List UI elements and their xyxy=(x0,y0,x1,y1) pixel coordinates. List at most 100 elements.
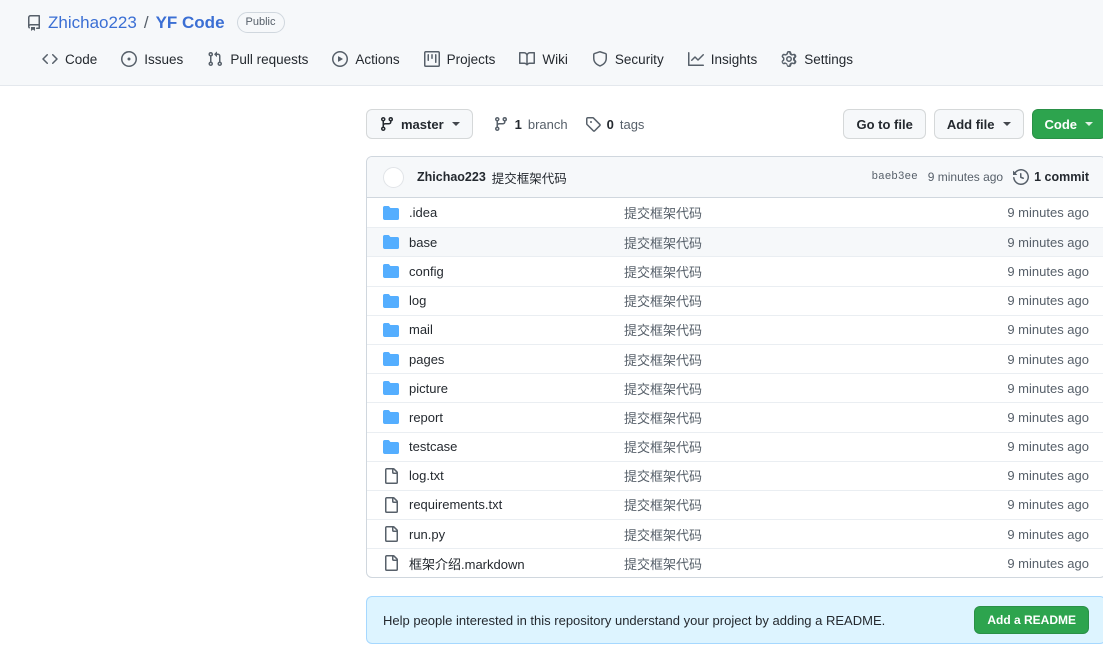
file-name[interactable]: log.txt xyxy=(409,468,624,483)
file-commit-message[interactable]: 提交框架代码 xyxy=(624,203,969,222)
nav-item-wiki[interactable]: Wiki xyxy=(509,45,578,75)
file-name[interactable]: mail xyxy=(409,322,624,337)
file-commit-message[interactable]: 提交框架代码 xyxy=(624,262,969,281)
file-icon xyxy=(383,496,399,513)
shield-icon xyxy=(592,51,608,67)
gear-icon xyxy=(781,51,797,67)
table-row[interactable]: requirements.txt 提交框架代码 9 minutes ago xyxy=(367,489,1103,519)
chevron-down-icon xyxy=(1002,122,1011,126)
table-row[interactable]: config 提交框架代码 9 minutes ago xyxy=(367,256,1103,285)
file-name[interactable]: testcase xyxy=(409,439,624,454)
repo-actions: Go to file Add file Code xyxy=(843,109,1103,139)
file-listing: Zhichao223 提交框架代码 baeb3ee 9 minutes ago … xyxy=(366,156,1103,579)
file-commit-message[interactable]: 提交框架代码 xyxy=(624,233,969,252)
commit-message[interactable]: 提交框架代码 xyxy=(492,168,567,187)
go-to-file-button[interactable]: Go to file xyxy=(843,109,926,139)
file-name[interactable]: report xyxy=(409,410,624,425)
file-time: 9 minutes ago xyxy=(1007,205,1089,221)
repo-title-separator: / xyxy=(143,12,149,32)
file-time: 9 minutes ago xyxy=(1007,263,1089,279)
folder-icon xyxy=(383,263,399,279)
file-name[interactable]: log xyxy=(409,293,624,308)
file-name[interactable]: run.py xyxy=(409,527,624,542)
file-icon xyxy=(383,526,399,543)
nav-item-pull-requests[interactable]: Pull requests xyxy=(197,45,318,75)
add-readme-button[interactable]: Add a README xyxy=(974,606,1089,635)
add-file-button[interactable]: Add file xyxy=(933,109,1024,139)
tag-count[interactable]: 0 tags xyxy=(585,116,644,132)
tag-count-value: 0 xyxy=(606,116,614,132)
file-time: 9 minutes ago xyxy=(1007,526,1089,542)
branch-selector-button[interactable]: master xyxy=(366,109,473,139)
nav-label-actions: Actions xyxy=(355,51,400,67)
table-row[interactable]: report 提交框架代码 9 minutes ago xyxy=(367,402,1103,431)
file-name[interactable]: .idea xyxy=(409,205,624,220)
file-time: 9 minutes ago xyxy=(1007,468,1089,484)
table-row[interactable]: base 提交框架代码 9 minutes ago xyxy=(367,227,1103,257)
repo-name-link[interactable]: YF Code xyxy=(156,13,225,33)
file-commit-message[interactable]: 提交框架代码 xyxy=(624,554,969,573)
main-content: master 1 branch 0 tags Go to file Add fi… xyxy=(366,86,1103,645)
nav-label-projects: Projects xyxy=(446,51,496,67)
file-name[interactable]: pages xyxy=(409,352,624,367)
nav-item-insights[interactable]: Insights xyxy=(678,45,768,75)
nav-item-security[interactable]: Security xyxy=(582,45,674,75)
book-icon xyxy=(519,51,536,67)
file-time: 9 minutes ago xyxy=(1007,234,1089,250)
commit-author[interactable]: Zhichao223 xyxy=(417,170,486,184)
table-row[interactable]: log 提交框架代码 9 minutes ago xyxy=(367,285,1103,315)
nav-label-settings: Settings xyxy=(804,51,854,67)
code-button[interactable]: Code xyxy=(1031,109,1103,139)
branch-selector-label: master xyxy=(401,116,444,132)
table-row[interactable]: .idea 提交框架代码 9 minutes ago xyxy=(367,198,1103,227)
file-name[interactable]: picture xyxy=(409,381,624,396)
folder-icon xyxy=(383,351,399,367)
file-commit-message[interactable]: 提交框架代码 xyxy=(624,466,969,485)
nav-item-issues[interactable]: Issues xyxy=(111,45,193,75)
git-branch-icon xyxy=(493,116,509,132)
nav-item-code[interactable]: Code xyxy=(32,45,107,75)
file-name[interactable]: config xyxy=(409,264,624,279)
file-commit-message[interactable]: 提交框架代码 xyxy=(624,291,969,310)
folder-icon xyxy=(383,293,399,309)
file-commit-message[interactable]: 提交框架代码 xyxy=(624,408,969,427)
file-time: 9 minutes ago xyxy=(1007,409,1089,425)
file-commit-message[interactable]: 提交框架代码 xyxy=(624,495,969,514)
repo-title: Zhichao223 / YF Code Public xyxy=(0,0,1103,33)
table-row[interactable]: pages 提交框架代码 9 minutes ago xyxy=(367,343,1103,373)
file-commit-message[interactable]: 提交框架代码 xyxy=(624,437,969,456)
nav-label-code: Code xyxy=(65,51,98,67)
table-row[interactable]: picture 提交框架代码 9 minutes ago xyxy=(367,373,1103,402)
file-commit-message[interactable]: 提交框架代码 xyxy=(624,525,969,544)
tag-icon xyxy=(585,116,601,132)
file-time: 9 minutes ago xyxy=(1007,351,1089,367)
commit-meta: baeb3ee 9 minutes ago 1 commit xyxy=(872,169,1089,185)
file-time: 9 minutes ago xyxy=(1007,293,1089,309)
table-row[interactable]: testcase 提交框架代码 9 minutes ago xyxy=(367,431,1103,461)
visibility-badge: Public xyxy=(236,12,285,33)
branch-toolbar: master 1 branch 0 tags Go to file Add fi… xyxy=(366,108,1103,140)
commit-sha[interactable]: baeb3ee xyxy=(872,171,918,183)
file-time: 9 minutes ago xyxy=(1007,322,1089,338)
file-name[interactable]: 框架介绍.markdown xyxy=(409,554,624,573)
nav-item-settings[interactable]: Settings xyxy=(771,45,863,75)
nav-item-projects[interactable]: Projects xyxy=(414,45,506,75)
file-name[interactable]: requirements.txt xyxy=(409,497,624,512)
nav-item-actions[interactable]: Actions xyxy=(322,45,409,75)
table-row[interactable]: 框架介绍.markdown 提交框架代码 9 minutes ago xyxy=(367,548,1103,577)
repo-nav: Code Issues Pull requests Actions Projec… xyxy=(0,33,1103,75)
branch-count-label: branch xyxy=(527,116,568,132)
file-commit-message[interactable]: 提交框架代码 xyxy=(624,350,969,369)
latest-commit-bar: Zhichao223 提交框架代码 baeb3ee 9 minutes ago … xyxy=(367,157,1103,198)
table-row[interactable]: mail 提交框架代码 9 minutes ago xyxy=(367,314,1103,344)
branch-count[interactable]: 1 branch xyxy=(493,116,568,132)
repo-owner-link[interactable]: Zhichao223 xyxy=(48,13,137,33)
table-row[interactable]: log.txt 提交框架代码 9 minutes ago xyxy=(367,460,1103,490)
nav-label-issues: Issues xyxy=(144,51,184,67)
file-name[interactable]: base xyxy=(409,235,624,250)
file-commit-message[interactable]: 提交框架代码 xyxy=(624,320,969,339)
branch-meta: 1 branch 0 tags xyxy=(493,116,644,132)
table-row[interactable]: run.py 提交框架代码 9 minutes ago xyxy=(367,519,1103,548)
file-commit-message[interactable]: 提交框架代码 xyxy=(624,379,969,398)
commit-count[interactable]: 1 commit xyxy=(1013,169,1089,185)
